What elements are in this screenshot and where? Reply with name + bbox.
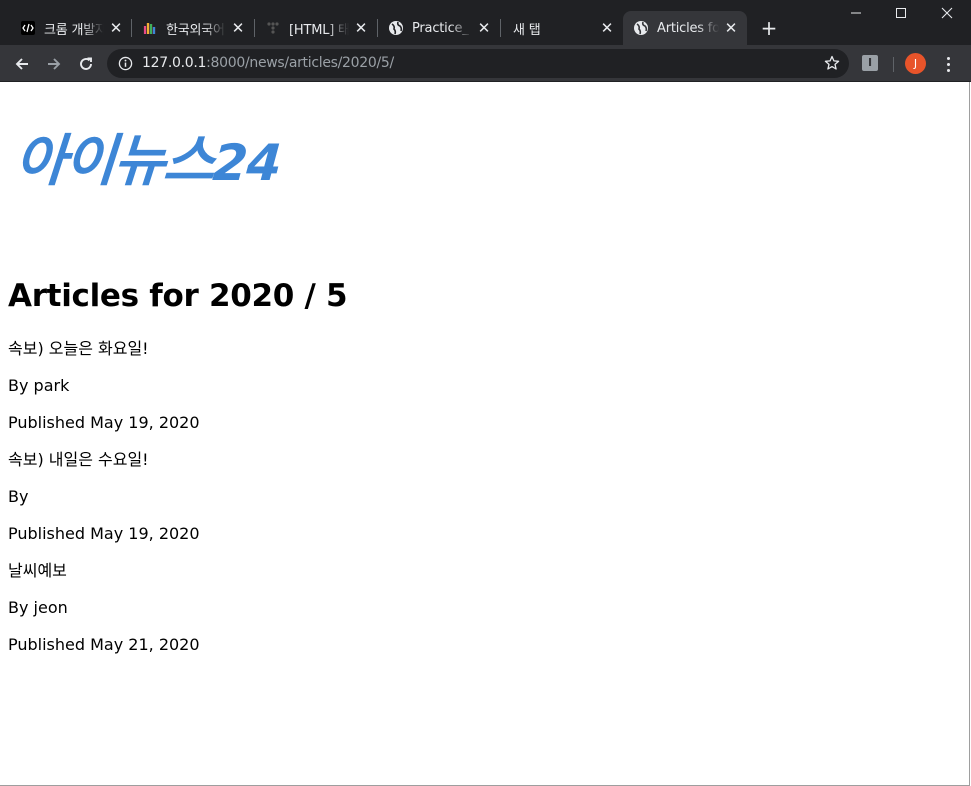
url-host: 127.0.0.1	[142, 55, 207, 71]
close-tab-icon[interactable]: ✕	[230, 20, 246, 36]
tab-devtools[interactable]: 크롬 개발자 도구 ✕	[10, 12, 132, 44]
bookmark-star-icon[interactable]	[824, 55, 840, 71]
article-headline: 속보) 내일은 수요일!	[8, 450, 149, 469]
article-published: Published May 21, 2020	[8, 635, 200, 654]
tab-new-tab[interactable]: 새 탭 ✕	[501, 12, 623, 44]
close-tab-icon[interactable]: ✕	[599, 20, 615, 36]
reload-icon	[80, 57, 92, 70]
tab-articles[interactable]: Articles for ✕	[623, 11, 747, 45]
tab-strip: 크롬 개발자 도구 ✕ 한국외국어대학교 ✕ [HTML] 태그 ✕ Pract…	[0, 0, 971, 45]
url-path: :8000/news/articles/2020/5/	[206, 55, 394, 71]
tab-hufs[interactable]: 한국외국어대학교 ✕	[132, 12, 254, 44]
tab-practice[interactable]: Practice_ ✕	[378, 12, 500, 44]
close-tab-icon[interactable]: ✕	[476, 20, 492, 36]
extension-icon[interactable]: I	[862, 55, 878, 71]
article-published: Published May 19, 2020	[8, 524, 200, 543]
address-bar[interactable]: 127.0.0.1:8000/news/articles/2020/5/	[107, 49, 849, 78]
article-list: 속보) 오늘은 화요일! By park Published May 19, 2…	[8, 339, 200, 672]
globe-icon	[633, 20, 649, 36]
close-tab-icon[interactable]: ✕	[723, 20, 739, 36]
arrow-left-icon	[15, 58, 28, 70]
url-text: 127.0.0.1:8000/news/articles/2020/5/	[142, 55, 394, 71]
close-tab-icon[interactable]: ✕	[108, 20, 124, 36]
article-headline: 속보) 오늘은 화요일!	[8, 339, 149, 358]
browser-toolbar: 127.0.0.1:8000/news/articles/2020/5/ I J	[0, 45, 971, 82]
tab-title: 크롬 개발자 도구	[44, 18, 104, 38]
close-tab-icon[interactable]: ✕	[353, 20, 369, 36]
article-item: 속보) 오늘은 화요일! By park Published May 19, 2…	[8, 339, 200, 450]
toolbar-divider	[893, 57, 894, 72]
article-headline: 날씨예보	[8, 561, 67, 580]
page-content: 아이뉴스24 Articles for 2020 / 5 속보) 오늘은 화요일…	[0, 82, 970, 786]
browser-menu-icon[interactable]	[938, 54, 958, 74]
article-byline: By park	[8, 376, 70, 395]
tab-title: 한국외국어대학교	[166, 18, 226, 38]
back-button[interactable]	[8, 50, 36, 78]
maximize-icon	[896, 8, 906, 18]
article-byline: By	[8, 487, 29, 506]
tab-html[interactable]: [HTML] 태그 ✕	[255, 12, 377, 44]
minimize-button[interactable]	[833, 0, 879, 26]
article-published: Published May 19, 2020	[8, 413, 200, 432]
tab-title: [HTML] 태그	[289, 18, 349, 38]
logo-text: 아이뉴스	[12, 129, 216, 194]
article-item: 날씨예보 By jeon Published May 21, 2020	[8, 561, 200, 672]
devtools-icon	[20, 20, 36, 36]
globe-icon	[388, 20, 404, 36]
article-item: 속보) 내일은 수요일! By Published May 19, 2020	[8, 450, 200, 561]
tab-title: Practice_	[412, 20, 472, 36]
reload-button[interactable]	[72, 50, 100, 78]
close-window-button[interactable]	[924, 0, 970, 26]
maximize-button[interactable]	[878, 0, 924, 26]
new-tab-button[interactable]: +	[755, 16, 783, 40]
tistory-icon	[265, 20, 281, 36]
hufs-icon	[142, 20, 158, 36]
page-title: Articles for 2020 / 5	[8, 278, 348, 314]
close-icon	[941, 7, 953, 19]
info-icon[interactable]	[118, 56, 133, 71]
site-logo[interactable]: 아이뉴스24	[13, 129, 283, 194]
article-byline: By jeon	[8, 598, 68, 617]
tab-title: 새 탭	[511, 18, 595, 38]
profile-avatar[interactable]: J	[905, 53, 926, 74]
forward-button[interactable]	[40, 50, 68, 78]
logo-number: 24	[210, 134, 283, 192]
minimize-icon	[851, 12, 861, 14]
arrow-right-icon	[48, 58, 61, 70]
tab-title: Articles for	[657, 20, 719, 36]
